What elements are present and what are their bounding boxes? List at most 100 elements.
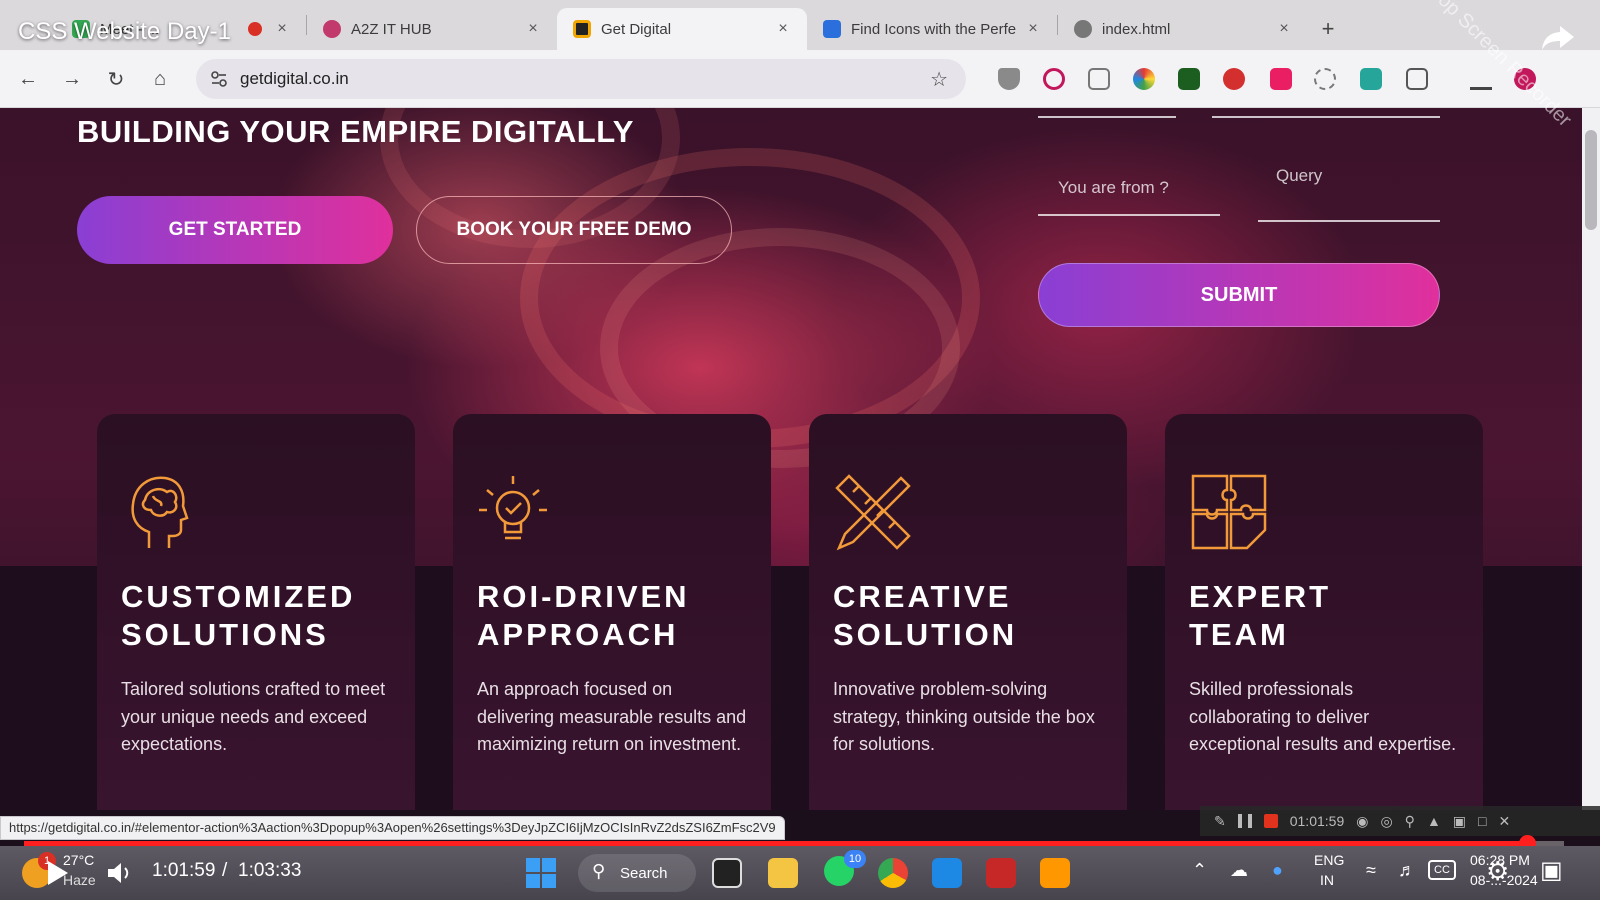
getdigital-icon <box>573 20 591 38</box>
pen-icon[interactable]: ✎ <box>1214 813 1226 830</box>
stop-icon[interactable] <box>1263 814 1278 828</box>
task-view-icon[interactable] <box>712 858 742 888</box>
page-scrollbar[interactable] <box>1582 108 1600 810</box>
location-field-underline <box>1038 214 1220 216</box>
record-extension-icon[interactable] <box>1223 68 1245 90</box>
screen-recorder-icon[interactable] <box>986 858 1016 888</box>
card-title-line: EXPERT <box>1189 579 1332 614</box>
recording-dot-icon <box>248 22 262 36</box>
link-status-url: https://getdigital.co.in/#elementor-acti… <box>0 816 785 840</box>
fullscreen-exit-icon[interactable]: ▣ <box>1540 856 1563 885</box>
sublime-icon[interactable] <box>1040 858 1070 888</box>
extensions-puzzle-icon[interactable] <box>1406 68 1428 90</box>
close-icon[interactable]: × <box>523 19 543 39</box>
eyedropper-extension-icon[interactable] <box>1270 68 1292 90</box>
close-icon[interactable]: × <box>272 19 292 39</box>
close-icon[interactable]: × <box>1023 19 1043 39</box>
lang-line1[interactable]: ENG <box>1314 852 1344 868</box>
back-button[interactable]: ← <box>12 63 44 95</box>
card-title-line: ROI-DRIVEN <box>477 579 690 614</box>
location-field[interactable]: You are from ? <box>1058 178 1169 198</box>
forward-button[interactable]: → <box>56 63 88 95</box>
download-icon[interactable] <box>1470 68 1492 90</box>
zoom-icon[interactable]: ⚲ <box>1405 813 1415 830</box>
captions-icon[interactable]: CC <box>1428 860 1456 880</box>
form-field-underline <box>1038 116 1176 118</box>
volume-icon[interactable] <box>106 860 132 886</box>
lang-line2[interactable]: IN <box>1320 872 1334 888</box>
tab-get-digital[interactable]: Get Digital × <box>557 8 807 50</box>
card-title-line: TEAM <box>1189 617 1289 652</box>
bell-icon[interactable]: ▲ <box>1427 813 1441 829</box>
speaker-icon[interactable]: ♬ <box>1398 860 1416 881</box>
pause-icon[interactable] <box>1237 814 1252 828</box>
share-icon[interactable] <box>1540 22 1576 52</box>
spreadsheet-extension-icon[interactable] <box>1178 68 1200 90</box>
taskbar: 1 27°C Haze 1:01:59 / 1:03:33 ⚲ Search 1… <box>0 846 1600 900</box>
w-extension-icon[interactable] <box>1360 68 1382 90</box>
card-title: CREATIVE SOLUTION <box>833 578 1123 654</box>
feature-card: CUSTOMIZED SOLUTIONS Tailored solutions c… <box>97 414 415 810</box>
vscode-icon[interactable] <box>932 858 962 888</box>
whatsapp-badge: 10 <box>844 850 866 868</box>
close-icon[interactable]: × <box>773 19 793 39</box>
chrome-icon[interactable] <box>878 858 908 888</box>
recording-timer: 01:01:59 <box>1289 813 1345 829</box>
tab-title: Get Digital <box>601 20 672 38</box>
brain-head-icon <box>131 476 189 548</box>
wifi-icon[interactable]: ≈ <box>1366 860 1376 881</box>
video-title[interactable]: CSS Website Day-1 <box>18 18 231 46</box>
scrollbar-thumb[interactable] <box>1585 130 1597 230</box>
query-field[interactable]: Query <box>1276 166 1322 186</box>
block-extension-icon[interactable] <box>1043 68 1065 90</box>
text-extension-icon[interactable] <box>1088 68 1110 90</box>
mic-off-icon[interactable]: ◎ <box>1380 813 1392 830</box>
flag-icon <box>823 20 841 38</box>
tab-title: index.html <box>1102 20 1171 38</box>
hero-heading: BUILDING YOUR EMPIRE DIGITALLY <box>77 114 634 149</box>
tab-index-html[interactable]: index.html × <box>1058 8 1308 50</box>
color-picker-extension-icon[interactable] <box>1133 68 1155 90</box>
get-started-button[interactable]: GET STARTED <box>77 196 393 264</box>
submit-button[interactable]: SUBMIT <box>1038 263 1440 327</box>
taskbar-search[interactable]: ⚲ Search <box>578 854 696 892</box>
card-title-line: CUSTOMIZED <box>121 579 356 614</box>
form-field-underline <box>1212 116 1440 118</box>
camera-icon[interactable]: ◉ <box>1356 813 1368 830</box>
book-demo-button[interactable]: BOOK YOUR FREE DEMO <box>416 196 732 264</box>
bookmark-star-icon[interactable]: ☆ <box>930 67 948 92</box>
search-icon: ⚲ <box>592 861 606 881</box>
site-settings-icon[interactable] <box>210 70 228 88</box>
video-time-separator: / <box>222 860 228 881</box>
close-icon[interactable]: ✕ <box>1499 813 1511 830</box>
tab-title: Find Icons with the Perfe <box>851 20 1017 38</box>
chevron-up-icon[interactable]: ⌃ <box>1192 860 1207 881</box>
address-bar[interactable]: getdigital.co.in ☆ <box>196 59 966 99</box>
comment-icon[interactable]: ▣ <box>1453 813 1466 830</box>
file-explorer-icon[interactable] <box>768 858 798 888</box>
edit-icon[interactable]: □ <box>1478 813 1486 829</box>
card-title-line: APPROACH <box>477 617 679 652</box>
browser-toolbar: ← → ↻ ⌂ getdigital.co.in ☆ <box>0 50 1600 108</box>
microphone-icon[interactable]: ● <box>1272 860 1283 881</box>
play-icon[interactable] <box>46 860 70 886</box>
home-button[interactable]: ⌂ <box>144 63 176 95</box>
profile-avatar[interactable] <box>1514 68 1536 90</box>
card-title: EXPERT TEAM <box>1189 578 1479 654</box>
feature-card: EXPERT TEAM Skilled professionals collabo… <box>1165 414 1483 810</box>
new-tab-button[interactable]: + <box>1308 8 1348 50</box>
card-description: Tailored solutions crafted to meet your … <box>121 679 386 754</box>
puzzle-icon <box>1191 474 1267 550</box>
a2z-icon <box>323 20 341 38</box>
onedrive-icon[interactable]: ☁ <box>1230 860 1248 881</box>
windows-start-icon[interactable] <box>526 858 556 888</box>
shield-extension-icon[interactable] <box>998 68 1020 90</box>
bug-extension-icon[interactable] <box>1314 68 1336 90</box>
settings-gear-icon[interactable]: ⚙ <box>1486 856 1509 887</box>
card-title-line: CREATIVE <box>833 579 1012 614</box>
tab-a2z[interactable]: A2Z IT HUB × <box>307 8 557 50</box>
close-icon[interactable]: × <box>1274 19 1294 39</box>
reload-button[interactable]: ↻ <box>100 63 132 95</box>
tab-find-icons[interactable]: Find Icons with the Perfe × <box>807 8 1057 50</box>
card-title: CUSTOMIZED SOLUTIONS <box>121 578 411 654</box>
